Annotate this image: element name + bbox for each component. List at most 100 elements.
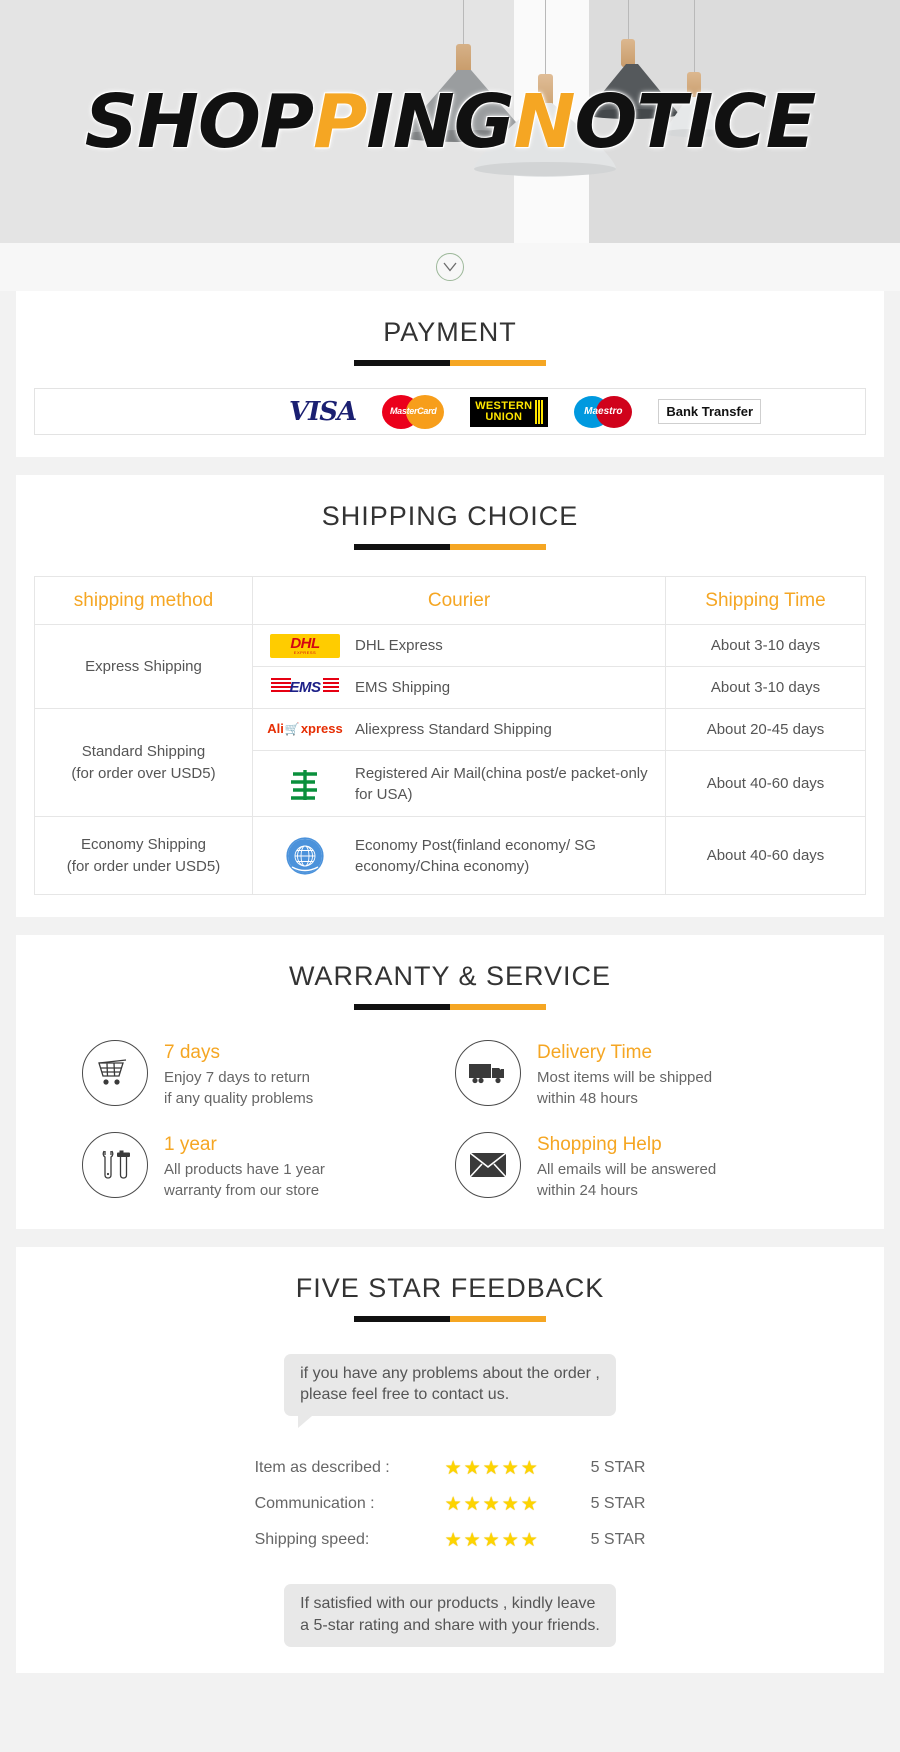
- chevron-down-icon[interactable]: [436, 253, 464, 281]
- bank-transfer-logo: Bank Transfer: [658, 399, 762, 424]
- star-icon: ★: [520, 1529, 538, 1551]
- section-rule: [354, 544, 546, 550]
- courier-label: EMS Shipping: [355, 679, 451, 696]
- rating-label: Shipping speed:: [254, 1531, 370, 1549]
- warranty-heading: 7 days: [164, 1042, 220, 1063]
- table-row: Express Shipping DHL EXPRESS DHL Express …: [34, 624, 866, 709]
- courier-cell: Economy Post(finland economy/ SG economy…: [252, 816, 666, 895]
- star-icon: ★: [444, 1457, 462, 1479]
- feedback-section: FIVE STAR FEEDBACK if you have any probl…: [16, 1247, 884, 1673]
- shipping-method-cell: Express Shipping: [34, 624, 253, 709]
- table-row: Economy Shipping (for order under USD5): [34, 816, 866, 895]
- method-line-1: Economy Shipping: [80, 835, 207, 853]
- dhl-logo: DHL EXPRESS: [267, 633, 343, 658]
- payment-section: PAYMENT VISA MasterCard WESTERN UNION Ma…: [16, 291, 884, 457]
- feedback-title: FIVE STAR FEEDBACK: [295, 1273, 605, 1304]
- warranty-desc-line: warranty from our store: [164, 1181, 320, 1199]
- method-line-2: (for order under USD5): [66, 857, 221, 875]
- star-icon: ★: [482, 1493, 500, 1515]
- rating-list: Item as described : ★ ★ ★ ★ ★ 5 STAR Communi…: [255, 1450, 646, 1558]
- warranty-desc-line: All emails will be answered: [537, 1160, 717, 1178]
- courier-cell: DHL EXPRESS DHL Express: [252, 624, 666, 667]
- star-icon: ★: [482, 1457, 500, 1479]
- warranty-desc-line: Most items will be shipped: [537, 1069, 713, 1086]
- shipping-time-cell: About 20-45 days: [665, 708, 866, 751]
- warranty-desc-line: Enjoy 7 days to return: [164, 1069, 310, 1086]
- warranty-heading: Shopping Help: [537, 1133, 662, 1155]
- section-rule: [354, 360, 546, 366]
- shipping-table: shipping method Courier Shipping Time Ex…: [34, 576, 866, 895]
- feedback-top-bubble: if you have any problems about the order…: [284, 1354, 616, 1429]
- star-icon: ★: [463, 1457, 481, 1479]
- rating-label: Communication :: [254, 1495, 375, 1513]
- warranty-desc-line: within 48 hours: [537, 1090, 638, 1108]
- column-header-method: shipping method: [34, 576, 253, 625]
- hero-title-part: P: [313, 78, 367, 165]
- method-line-1: Standard Shipping: [81, 742, 206, 760]
- visa-logo: VISA: [288, 396, 357, 427]
- method-line-2: (for order over USD5): [71, 764, 216, 782]
- warranty-heading: 1 year: [164, 1133, 217, 1155]
- payment-methods-row: VISA MasterCard WESTERN UNION Maestro Ba…: [34, 388, 866, 435]
- page-title: SHOP P ING N OTICE: [0, 0, 900, 243]
- un-post-logo: [267, 834, 343, 878]
- star-rating: ★ ★ ★ ★ ★: [445, 1531, 573, 1550]
- rating-label: Item as described :: [254, 1459, 390, 1477]
- warranty-desc-line: within 24 hours: [537, 1181, 638, 1199]
- star-icon: ★: [463, 1493, 481, 1515]
- warranty-item-warranty: 1 year All products have 1 year warranty…: [82, 1131, 445, 1202]
- warranty-item-return: 7 days Enjoy 7 days to return if any qua…: [82, 1040, 445, 1110]
- rating-value: 5 STAR: [590, 1531, 646, 1549]
- star-icon: ★: [520, 1493, 538, 1515]
- star-icon: ★: [444, 1529, 462, 1551]
- star-icon: ★: [463, 1529, 481, 1551]
- warranty-section: WARRANTY & SERVICE 7 days Enjoy 7 days t…: [16, 935, 884, 1230]
- payment-title: PAYMENT: [383, 317, 517, 347]
- table-header-row: shipping method Courier Shipping Time: [34, 576, 866, 625]
- hero-title-part: N: [513, 78, 576, 165]
- hero-title-part: SHOP: [84, 78, 314, 165]
- warranty-title: WARRANTY & SERVICE: [288, 961, 612, 991]
- courier-cell: Ali 🛒 xpress Aliexpress Standard Shipping: [252, 708, 666, 751]
- shopping-cart-icon: [82, 1040, 148, 1106]
- ems-logo: EMS: [267, 675, 343, 701]
- shipping-time-cell: About 3-10 days: [665, 624, 866, 667]
- envelope-icon: [455, 1131, 521, 1198]
- column-header-time: Shipping Time: [665, 576, 866, 625]
- truck-icon: [455, 1040, 521, 1106]
- star-icon: ★: [501, 1529, 519, 1551]
- rating-row: Communication : ★ ★ ★ ★ ★ 5 STAR: [255, 1486, 646, 1522]
- courier-label: Registered Air Mail(china post/e packet-…: [355, 764, 648, 803]
- courier-label: Aliexpress Standard Shipping: [355, 721, 552, 738]
- warranty-item-delivery: Delivery Time Most items will be shipped…: [455, 1040, 818, 1110]
- mastercard-logo: MasterCard: [382, 394, 445, 429]
- star-icon: ★: [482, 1529, 500, 1551]
- rating-value: 5 STAR: [590, 1459, 646, 1477]
- scroll-divider: [0, 243, 900, 291]
- warranty-desc-line: if any quality problems: [164, 1090, 314, 1108]
- warranty-desc-line: All products have 1 year: [164, 1160, 325, 1178]
- shipping-section: SHIPPING CHOICE shipping method Courier …: [16, 475, 884, 917]
- western-union-logo: WESTERN UNION: [470, 396, 549, 427]
- shipping-method-cell: Standard Shipping (for order over USD5): [34, 708, 253, 817]
- shipping-title: SHIPPING CHOICE: [321, 501, 579, 531]
- warranty-item-help: Shopping Help All emails will be answere…: [455, 1131, 818, 1202]
- shipping-time-cell: About 40-60 days: [665, 816, 866, 895]
- rating-row: Item as described : ★ ★ ★ ★ ★ 5 STAR: [255, 1450, 646, 1486]
- courier-cell: EMS EMS Shipping: [252, 666, 666, 709]
- shipping-time-cell: About 40-60 days: [665, 750, 866, 817]
- section-rule: [354, 1316, 546, 1323]
- star-rating: ★ ★ ★ ★ ★: [445, 1459, 573, 1478]
- aliexpress-logo: Ali 🛒 xpress: [267, 721, 343, 737]
- rating-value: 5 STAR: [590, 1495, 646, 1513]
- shipping-time-cell: About 3-10 days: [665, 666, 866, 709]
- warranty-grid: 7 days Enjoy 7 days to return if any qua…: [34, 1040, 866, 1207]
- china-post-logo: [267, 766, 343, 802]
- courier-cell: Registered Air Mail(china post/e packet-…: [252, 750, 666, 817]
- star-icon: ★: [501, 1493, 519, 1515]
- section-rule: [354, 1004, 546, 1010]
- star-icon: ★: [520, 1457, 538, 1479]
- rating-row: Shipping speed: ★ ★ ★ ★ ★ 5 STAR: [255, 1522, 646, 1558]
- hero-title-part: OTICE: [574, 78, 817, 165]
- shipping-method-cell: Economy Shipping (for order under USD5): [34, 816, 253, 895]
